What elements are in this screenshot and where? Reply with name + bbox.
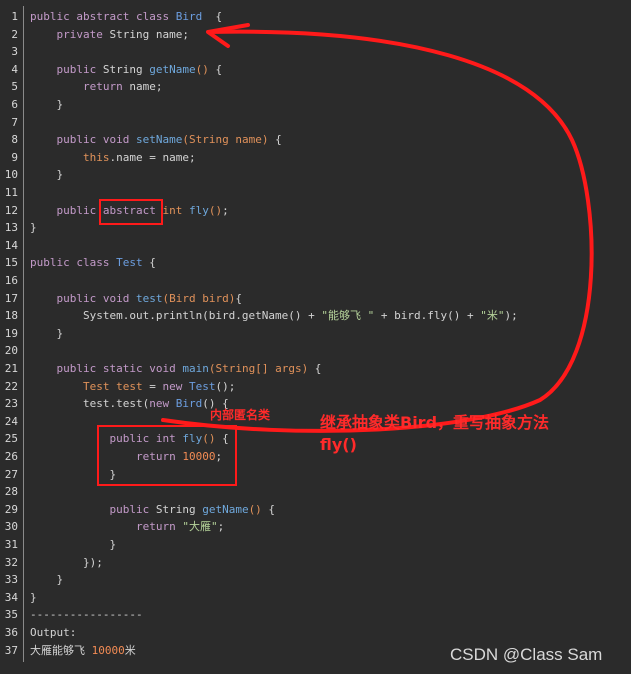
explanation-label: 继承抽象类Bird，重写抽象方法fly(): [320, 413, 550, 454]
abstract-highlight-box: [99, 199, 163, 225]
annotation-layer: [97, 23, 594, 486]
fly-method-highlight-box: [97, 425, 237, 486]
anonymous-class-label: 内部匿名类: [210, 408, 271, 422]
arrow-head-icon: [206, 23, 250, 48]
arrow-curve: [161, 29, 594, 433]
watermark: CSDN @Class Sam: [450, 645, 603, 664]
